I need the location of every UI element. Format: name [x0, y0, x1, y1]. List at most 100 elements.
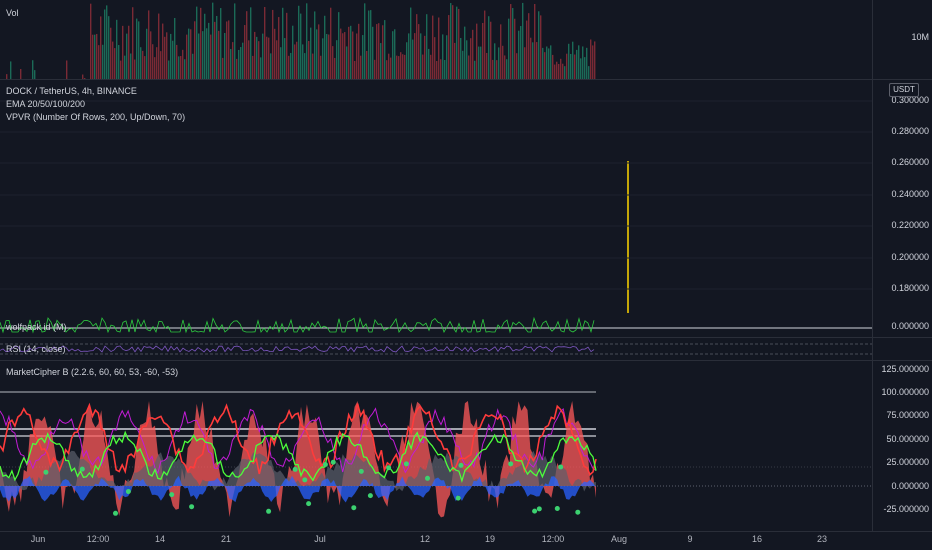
volume-bar: [220, 8, 222, 79]
volume-bar: [116, 19, 118, 79]
signal-dot: [367, 493, 373, 499]
volume-bar: [120, 60, 122, 79]
volume-bar: [364, 3, 366, 79]
volume-bar: [178, 56, 180, 79]
volume-bar: [90, 3, 92, 79]
volume-bar: [228, 20, 230, 79]
volume-bar: [176, 44, 178, 79]
price-axis[interactable]: 0.300000 0.280000 0.260000 0.240000 0.22…: [872, 80, 932, 360]
volume-bar: [150, 31, 152, 79]
volume-bar: [416, 14, 418, 79]
mc-tick: 50.000000: [886, 434, 929, 444]
volume-bar: [256, 36, 258, 79]
volume-bar: [500, 24, 502, 79]
volume-bar: [540, 15, 542, 79]
signal-dot: [306, 501, 312, 507]
time-axis[interactable]: Jun 12:00 14 21 Jul 12 19 12:00 Aug 9 16…: [0, 531, 872, 550]
volume-bar: [554, 64, 556, 79]
volume-bar: [550, 45, 552, 79]
signal-dot: [532, 508, 538, 514]
wolfpack-pane[interactable]: wolfpack id (M): [0, 312, 872, 334]
volume-bar: [346, 46, 348, 79]
mc-tick: 0.000000: [891, 481, 929, 491]
mc-tick: 75.000000: [886, 410, 929, 420]
signal-dot: [189, 504, 195, 510]
volume-bar: [294, 44, 296, 79]
volume-bar: [148, 10, 150, 79]
volume-bar: [536, 42, 538, 79]
volume-bar: [368, 10, 370, 79]
volume-bar: [526, 20, 528, 79]
volume-bar: [308, 40, 310, 79]
signal-dot: [169, 492, 175, 498]
volume-bar: [174, 17, 176, 79]
volume-bar: [218, 30, 220, 79]
volume-bar: [296, 41, 298, 79]
signal-dot: [558, 464, 564, 470]
volume-bar: [186, 34, 188, 79]
volume-bar: [196, 6, 198, 79]
mc-tick: 125.000000: [881, 364, 929, 374]
vpvr-indicator-label[interactable]: VPVR (Number Of Rows, 200, Up/Down, 70): [6, 112, 185, 122]
signal-dot: [425, 475, 430, 481]
volume-bar: [562, 63, 564, 79]
volume-bar: [418, 24, 420, 79]
volume-bar: [524, 47, 526, 79]
currency-badge[interactable]: USDT: [889, 83, 919, 97]
volume-bar: [384, 20, 386, 79]
volume-bar: [516, 53, 518, 79]
volume-bar: [96, 33, 98, 79]
volume-bar: [530, 37, 532, 79]
symbol-title[interactable]: DOCK / TetherUS, 4h, BINANCE: [6, 86, 137, 96]
volume-bar: [492, 59, 494, 79]
rsi-pane[interactable]: RSI (14, close): [0, 338, 872, 360]
volume-bar: [378, 23, 380, 79]
market-cipher-axis[interactable]: 125.000000 100.000000 75.000000 50.00000…: [872, 361, 932, 531]
volume-bar: [102, 44, 104, 79]
volume-bar: [462, 50, 464, 79]
volume-bar: [448, 15, 450, 79]
volume-bar: [128, 25, 130, 79]
volume-bar: [556, 61, 558, 79]
market-cipher-pane[interactable]: MarketCipher B (2.2.6, 60, 60, 53, -60, …: [0, 361, 872, 531]
volume-bar: [330, 7, 332, 79]
volume-bar: [560, 58, 562, 79]
volume-bar: [254, 31, 256, 79]
volume-bar: [454, 42, 456, 79]
price-tick: 0.280000: [891, 126, 929, 136]
volume-bar: [304, 53, 306, 79]
volume-bar: [156, 47, 158, 79]
price-pane[interactable]: DOCK / TetherUS, 4h, BINANCE EMA 20/50/1…: [0, 80, 872, 340]
volume-bar: [576, 49, 578, 79]
volume-bar: [354, 60, 356, 79]
volume-bar: [208, 22, 210, 79]
volume-bar: [236, 58, 238, 79]
rsi-label[interactable]: RSI (14, close): [6, 344, 66, 354]
volume-axis: 10M: [872, 0, 932, 79]
volume-pane[interactable]: Vol: [0, 0, 872, 79]
volume-bar: [240, 47, 242, 79]
volume-bar: [260, 57, 262, 79]
volume-bar: [292, 25, 294, 79]
volume-bar: [118, 44, 120, 79]
volume-bar: [584, 57, 586, 79]
volume-bar: [202, 31, 204, 79]
market-cipher-label[interactable]: MarketCipher B (2.2.6, 60, 60, 53, -60, …: [6, 367, 178, 377]
volume-bar: [480, 46, 482, 79]
volume-bar: [452, 5, 454, 79]
time-label: 12:00: [86, 534, 110, 544]
volume-bar: [444, 59, 446, 79]
volume-bar: [362, 35, 364, 79]
volume-bar: [244, 25, 246, 79]
volume-bar: [580, 58, 582, 79]
volume-bar: [338, 12, 340, 79]
volume-bar: [512, 8, 514, 79]
volume-bar: [166, 32, 168, 79]
volume-bar: [386, 60, 388, 79]
ema-indicator-label[interactable]: EMA 20/50/100/200: [6, 99, 85, 109]
volume-bar: [32, 60, 34, 79]
wolfpack-label[interactable]: wolfpack id (M): [6, 322, 67, 332]
volume-bar: [344, 32, 346, 79]
volume-bar: [198, 33, 200, 79]
volume-bar: [226, 21, 228, 79]
